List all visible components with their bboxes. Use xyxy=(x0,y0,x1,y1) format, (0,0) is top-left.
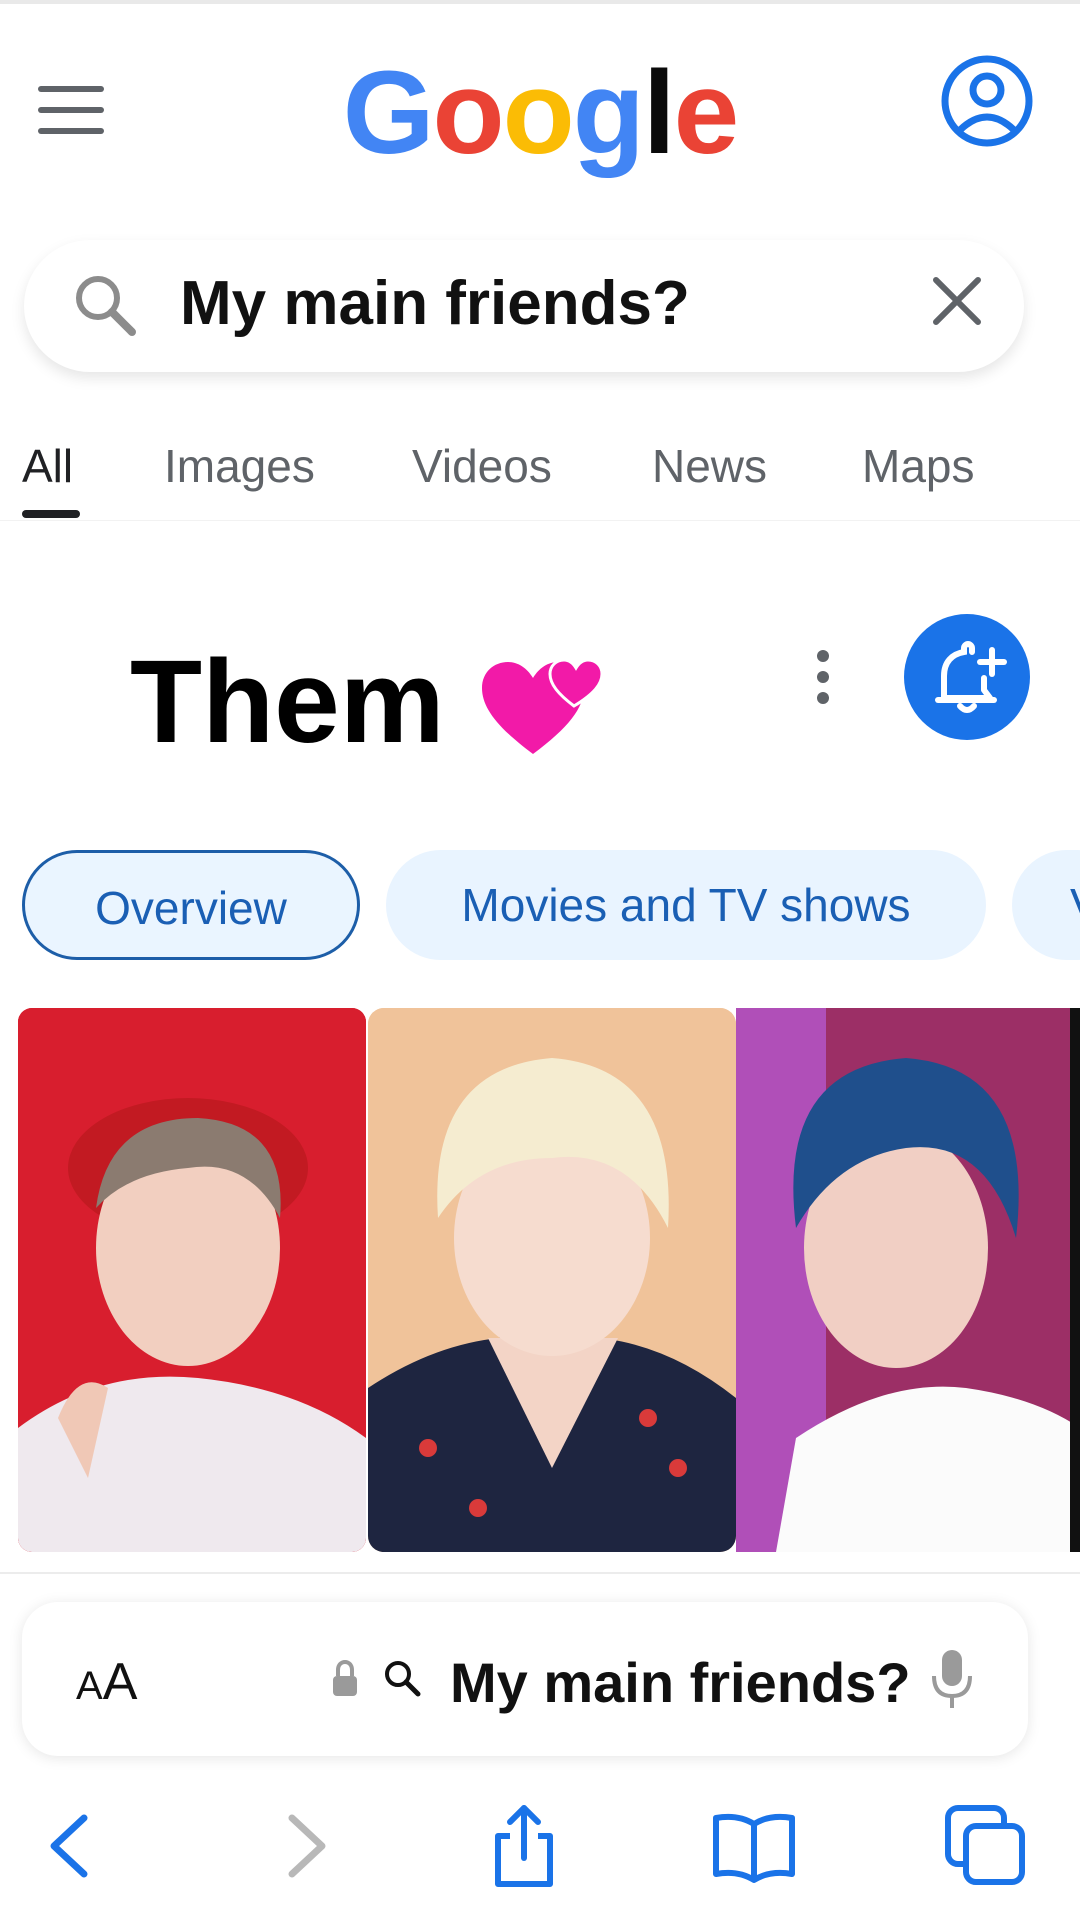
logo-letter: g xyxy=(572,47,645,179)
chip-overview[interactable]: Overview xyxy=(22,850,360,960)
open-book-icon xyxy=(713,1813,795,1883)
chip-partial[interactable]: V xyxy=(1012,850,1080,960)
search-query-text[interactable]: My main friends? xyxy=(180,268,690,340)
close-icon xyxy=(933,277,981,325)
account-circle-icon xyxy=(941,55,1033,147)
image-result-3[interactable] xyxy=(736,1008,1080,1552)
vertical-dots-icon-dot xyxy=(817,671,829,683)
share-icon xyxy=(495,1805,553,1887)
logo-letter: o xyxy=(432,47,505,179)
tab-news[interactable]: News xyxy=(652,438,767,494)
portrait-red-background xyxy=(18,1008,366,1552)
forward-button[interactable] xyxy=(262,1804,346,1888)
vertical-dots-icon xyxy=(817,650,829,662)
share-button[interactable] xyxy=(482,1804,566,1888)
two-hearts-icon xyxy=(478,636,608,766)
account-button[interactable] xyxy=(940,54,1034,148)
portrait-blue-hair xyxy=(736,1008,1080,1552)
tab-maps[interactable]: Maps xyxy=(862,438,974,494)
lock-icon xyxy=(332,1659,358,1698)
google-logo[interactable]: Google xyxy=(0,48,1080,178)
address-query-text[interactable]: My main friends? xyxy=(450,1650,911,1716)
bell-plus-icon xyxy=(935,640,1007,713)
active-tab-indicator xyxy=(22,510,80,518)
image-result-2[interactable] xyxy=(368,1008,736,1552)
tabs-divider xyxy=(0,520,1080,521)
chevron-left-icon xyxy=(50,1814,88,1878)
more-options-button[interactable] xyxy=(802,650,846,704)
tab-images[interactable]: Images xyxy=(164,438,315,494)
vertical-dots-icon-dot xyxy=(817,692,829,704)
microphone-button[interactable] xyxy=(930,1648,974,1710)
result-title: Them xyxy=(130,636,445,768)
logo-letter: l xyxy=(642,47,676,179)
magnifier-icon xyxy=(382,1658,422,1698)
top-divider xyxy=(0,0,1080,4)
tab-all[interactable]: All xyxy=(22,438,73,494)
bookmarks-button[interactable] xyxy=(712,1804,796,1888)
text-size-small-a: A xyxy=(76,1664,103,1708)
tab-videos[interactable]: Videos xyxy=(412,438,552,494)
magnifier-icon xyxy=(70,270,140,340)
chip-movies-and-tv-shows[interactable]: Movies and TV shows xyxy=(386,850,986,960)
content-divider xyxy=(0,1572,1080,1574)
logo-letter: e xyxy=(673,47,740,179)
follow-button[interactable] xyxy=(904,614,1030,740)
image-result-1[interactable] xyxy=(18,1008,366,1552)
text-size-large-a: A xyxy=(102,1653,138,1711)
logo-letter: o xyxy=(502,47,575,179)
back-button[interactable] xyxy=(30,1804,114,1888)
chevron-right-icon xyxy=(288,1814,326,1878)
logo-letter: G xyxy=(342,47,435,179)
clear-search-button[interactable] xyxy=(928,272,986,330)
tabs-button[interactable] xyxy=(944,1804,1028,1888)
portrait-blonde-hair xyxy=(368,1008,736,1552)
text-size-button[interactable]: AA xyxy=(76,1652,137,1716)
tabs-icon xyxy=(945,1805,1025,1885)
microphone-icon xyxy=(932,1650,972,1708)
